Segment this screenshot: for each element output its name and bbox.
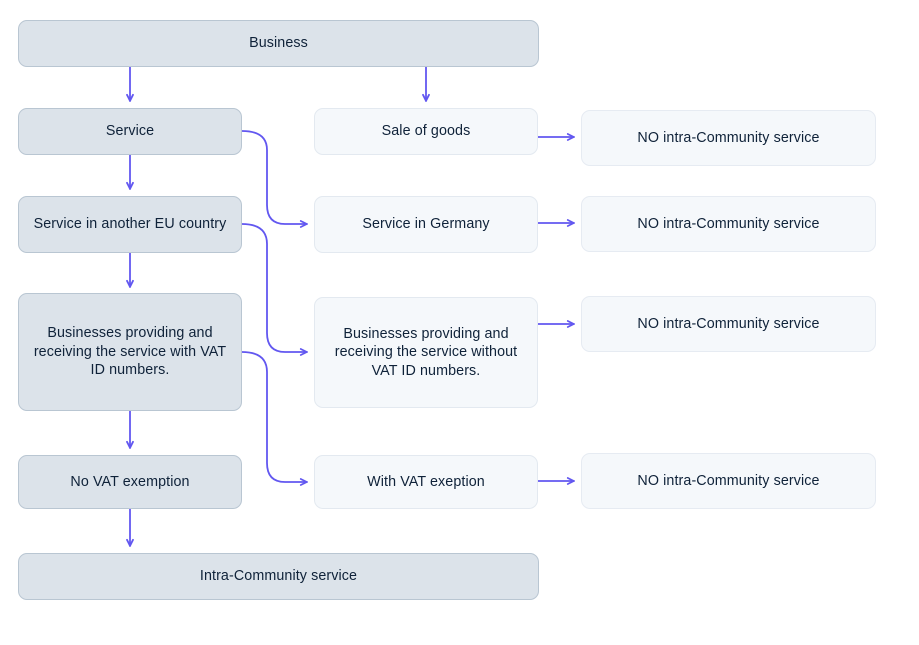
- node-no-intra-community-service-2[interactable]: NO intra-Community service: [581, 196, 876, 252]
- node-no-intra-community-service-4[interactable]: NO intra-Community service: [581, 453, 876, 509]
- node-no-intra-community-service-2-label: NO intra-Community service: [637, 215, 820, 232]
- node-service[interactable]: Service: [18, 108, 242, 155]
- node-businesses-without-vat-id-label: Businesses providing and receiving the s…: [334, 325, 518, 379]
- node-business[interactable]: Business: [18, 20, 539, 67]
- node-businesses-without-vat-id[interactable]: Businesses providing and receiving the s…: [314, 297, 538, 408]
- node-sale-of-goods[interactable]: Sale of goods: [314, 108, 538, 155]
- node-no-intra-community-service-4-label: NO intra-Community service: [637, 472, 820, 489]
- node-no-intra-community-service-3-label: NO intra-Community service: [637, 315, 820, 332]
- node-no-intra-community-service-3[interactable]: NO intra-Community service: [581, 296, 876, 352]
- node-businesses-with-vat-id[interactable]: Businesses providing and receiving the s…: [18, 293, 242, 411]
- node-with-vat-exeption-label: With VAT exeption: [367, 473, 485, 490]
- node-service-in-another-eu-country[interactable]: Service in another EU country: [18, 196, 242, 253]
- connector-eu-country-to-businesses-without-vat: [241, 223, 308, 356]
- node-no-intra-community-service-1[interactable]: NO intra-Community service: [581, 110, 876, 166]
- node-with-vat-exeption[interactable]: With VAT exeption: [314, 455, 538, 509]
- connector-service-to-service-in-germany: [241, 130, 308, 228]
- node-service-in-another-eu-country-label: Service in another EU country: [33, 216, 227, 233]
- node-service-in-germany[interactable]: Service in Germany: [314, 196, 538, 253]
- node-no-vat-exemption-label: No VAT exemption: [70, 473, 190, 490]
- node-sale-of-goods-label: Sale of goods: [381, 123, 471, 140]
- node-service-in-germany-label: Service in Germany: [362, 216, 490, 233]
- node-no-intra-community-service-1-label: NO intra-Community service: [637, 129, 820, 146]
- node-service-label: Service: [105, 123, 155, 140]
- flowchart-canvas: Business Service Sale of goods NO intra-…: [0, 0, 919, 645]
- node-intra-community-service[interactable]: Intra-Community service: [18, 553, 539, 600]
- node-no-vat-exemption[interactable]: No VAT exemption: [18, 455, 242, 509]
- node-business-label: Business: [249, 35, 308, 52]
- node-intra-community-service-label: Intra-Community service: [199, 568, 358, 585]
- connector-businesses-with-vat-to-with-exeption: [241, 351, 308, 486]
- node-businesses-with-vat-id-label: Businesses providing and receiving the s…: [33, 325, 227, 379]
